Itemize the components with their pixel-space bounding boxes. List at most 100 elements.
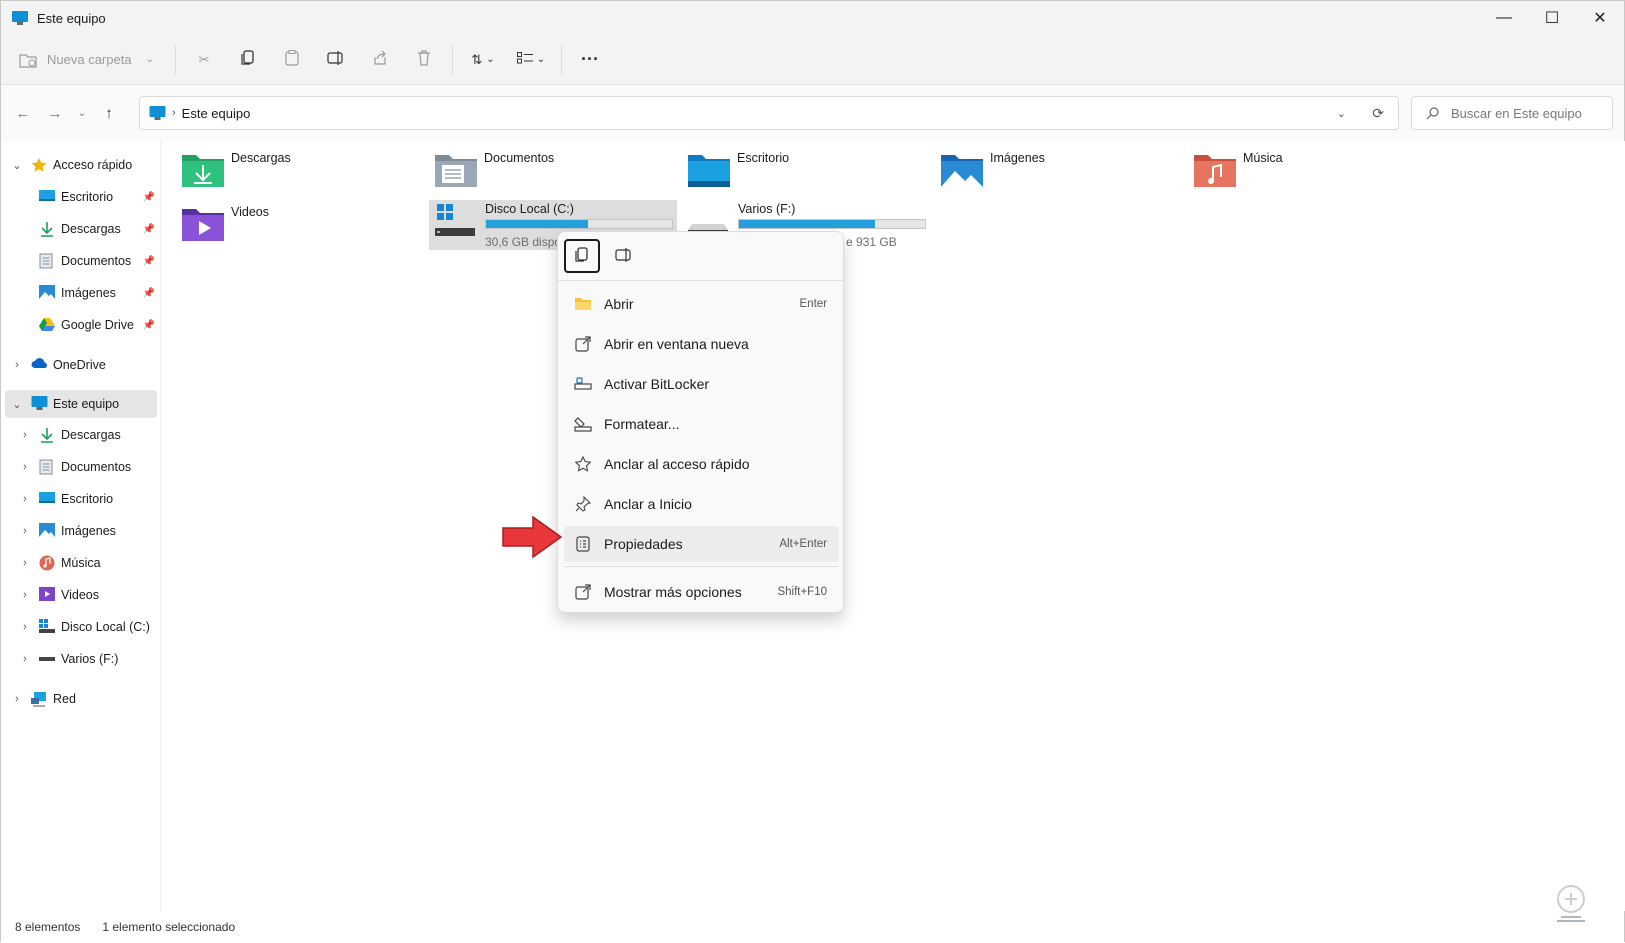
sidebar-item-escritorio[interactable]: Escritorio 📌: [39, 183, 155, 211]
sidebar-item-pc-disco-c[interactable]: › Disco Local (C:): [17, 613, 157, 641]
address-bar[interactable]: › Este equipo ⌄ ⟳: [139, 96, 1399, 130]
sidebar-item-pc-musica[interactable]: › Música: [17, 549, 157, 577]
rename-button[interactable]: [606, 239, 642, 273]
sidebar-item-pc-descargas[interactable]: › Descargas: [17, 421, 157, 449]
folder-label: Música: [1243, 151, 1283, 165]
sort-button[interactable]: ⇅ ⌄: [459, 43, 507, 77]
pictures-folder-icon: [940, 151, 984, 189]
document-icon: [39, 253, 55, 269]
menu-item-anclar-acceso-rapido[interactable]: Anclar al acceso rápido: [564, 446, 839, 482]
folder-descargas[interactable]: Descargas: [181, 151, 421, 189]
folder-documentos[interactable]: Documentos: [434, 151, 674, 189]
new-folder-label: Nueva carpeta: [47, 52, 132, 67]
status-bar: 8 elementos 1 elemento seleccionado: [1, 911, 1624, 943]
folder-escritorio[interactable]: Escritorio: [687, 151, 927, 189]
sidebar-item-quick-access[interactable]: ⌄ Acceso rápido: [9, 151, 159, 179]
up-button[interactable]: ↑: [93, 97, 125, 129]
pin-icon[interactable]: 📌: [143, 288, 155, 299]
sidebar-item-label: OneDrive: [53, 358, 106, 372]
close-button[interactable]: ✕: [1576, 1, 1624, 35]
chevron-right-icon[interactable]: ›: [19, 621, 31, 633]
sidebar-item-label: Videos: [61, 588, 99, 602]
menu-item-anclar-inicio[interactable]: Anclar a Inicio: [564, 486, 839, 522]
content-pane: Descargas Documentos Escritorio Imágenes…: [161, 141, 1625, 911]
chevron-down-icon[interactable]: ⌄: [11, 159, 23, 172]
sidebar-item-descargas[interactable]: Descargas 📌: [39, 215, 155, 243]
chevron-right-icon[interactable]: ›: [19, 557, 31, 569]
image-icon: [39, 523, 55, 539]
menu-item-label: Activar BitLocker: [604, 376, 710, 392]
menu-item-shortcut: Alt+Enter: [779, 538, 827, 550]
recent-locations-button[interactable]: ⌄: [71, 97, 93, 129]
chevron-down-icon[interactable]: ⌄: [1337, 107, 1346, 120]
chevron-down-icon[interactable]: ⌄: [11, 398, 23, 411]
pin-icon[interactable]: 📌: [143, 320, 155, 331]
sidebar-item-onedrive[interactable]: › OneDrive: [9, 351, 159, 379]
chevron-right-icon[interactable]: ›: [11, 359, 23, 371]
more-options-button[interactable]: ···: [568, 43, 612, 77]
sidebar-item-google-drive[interactable]: Google Drive 📌: [39, 311, 155, 339]
minimize-button[interactable]: —: [1480, 1, 1528, 35]
chevron-right-icon[interactable]: ›: [11, 693, 23, 705]
sidebar-item-pc-documentos[interactable]: › Documentos: [17, 453, 157, 481]
back-button[interactable]: ←: [7, 97, 39, 129]
share-icon: [372, 50, 388, 69]
sidebar-item-this-pc[interactable]: ⌄ Este equipo: [5, 390, 157, 418]
share-button[interactable]: [358, 43, 402, 77]
chevron-right-icon[interactable]: ›: [19, 461, 31, 473]
format-icon: [574, 415, 592, 433]
paste-button[interactable]: [270, 43, 314, 77]
file-explorer-window: Este equipo — ☐ ✕ Nueva carpeta ⌄ ✂ ⇅ ⌄ …: [0, 0, 1625, 943]
copy-button[interactable]: [564, 239, 600, 273]
chevron-right-icon[interactable]: ›: [19, 493, 31, 505]
folder-imagenes[interactable]: Imágenes: [940, 151, 1180, 189]
pin-icon[interactable]: 📌: [143, 192, 155, 203]
sidebar-item-network[interactable]: › Red: [9, 685, 159, 713]
delete-button[interactable]: [402, 43, 446, 77]
chevron-down-icon: ⌄: [536, 54, 546, 65]
menu-item-formatear[interactable]: Formatear...: [564, 406, 839, 442]
menu-item-mostrar-mas-opciones[interactable]: Mostrar más opciones Shift+F10: [564, 574, 839, 610]
sidebar-item-pc-escritorio[interactable]: › Escritorio: [17, 485, 157, 513]
folder-musica[interactable]: Música: [1193, 151, 1433, 189]
sidebar-item-label: Descargas: [61, 222, 121, 236]
sidebar-item-pc-videos[interactable]: › Videos: [17, 581, 157, 609]
more-options-icon: [574, 583, 592, 601]
star-icon: [31, 157, 47, 173]
chevron-right-icon[interactable]: ›: [19, 429, 31, 441]
maximize-button[interactable]: ☐: [1528, 1, 1576, 35]
chevron-right-icon[interactable]: ›: [19, 653, 31, 665]
forward-button[interactable]: →: [39, 97, 71, 129]
sidebar-item-pc-varios-f[interactable]: › Varios (F:): [17, 645, 157, 673]
rename-button[interactable]: [314, 43, 358, 77]
sidebar-item-label: Documentos: [61, 460, 132, 474]
drive-label: Disco Local (C:): [485, 202, 574, 216]
copy-icon: [575, 246, 589, 266]
breadcrumb[interactable]: Este equipo: [182, 106, 251, 121]
pin-icon[interactable]: 📌: [143, 224, 155, 235]
context-menu: Abrir Enter Abrir en ventana nueva Activ…: [557, 231, 844, 613]
search-input[interactable]: Buscar en Este equipo: [1451, 106, 1582, 121]
copy-button[interactable]: [226, 43, 270, 77]
menu-item-abrir[interactable]: Abrir Enter: [564, 286, 839, 322]
drive-usage-fill: [739, 220, 875, 228]
menu-item-propiedades[interactable]: Propiedades Alt+Enter: [564, 526, 839, 562]
search-box[interactable]: Buscar en Este equipo: [1411, 96, 1613, 130]
menu-item-activar-bitlocker[interactable]: Activar BitLocker: [564, 366, 839, 402]
navigation-pane: ⌄ Acceso rápido Escritorio 📌 Descargas 📌…: [1, 141, 161, 911]
menu-item-abrir-ventana-nueva[interactable]: Abrir en ventana nueva: [564, 326, 839, 362]
paste-icon: [285, 50, 299, 69]
pin-icon[interactable]: 📌: [143, 256, 155, 267]
folder-videos[interactable]: Videos: [181, 205, 421, 243]
cut-button[interactable]: ✂: [182, 43, 226, 77]
sidebar-item-label: Este equipo: [53, 397, 120, 411]
chevron-right-icon[interactable]: ›: [19, 589, 31, 601]
videos-folder-icon: [181, 205, 225, 243]
sidebar-item-pc-imagenes[interactable]: › Imágenes: [17, 517, 157, 545]
view-button[interactable]: ⌄: [507, 43, 555, 77]
sidebar-item-imagenes[interactable]: Imágenes 📌: [39, 279, 155, 307]
chevron-right-icon[interactable]: ›: [19, 525, 31, 537]
new-folder-button[interactable]: Nueva carpeta ⌄: [19, 43, 169, 77]
refresh-icon[interactable]: ⟳: [1372, 105, 1384, 122]
sidebar-item-documentos[interactable]: Documentos 📌: [39, 247, 155, 275]
